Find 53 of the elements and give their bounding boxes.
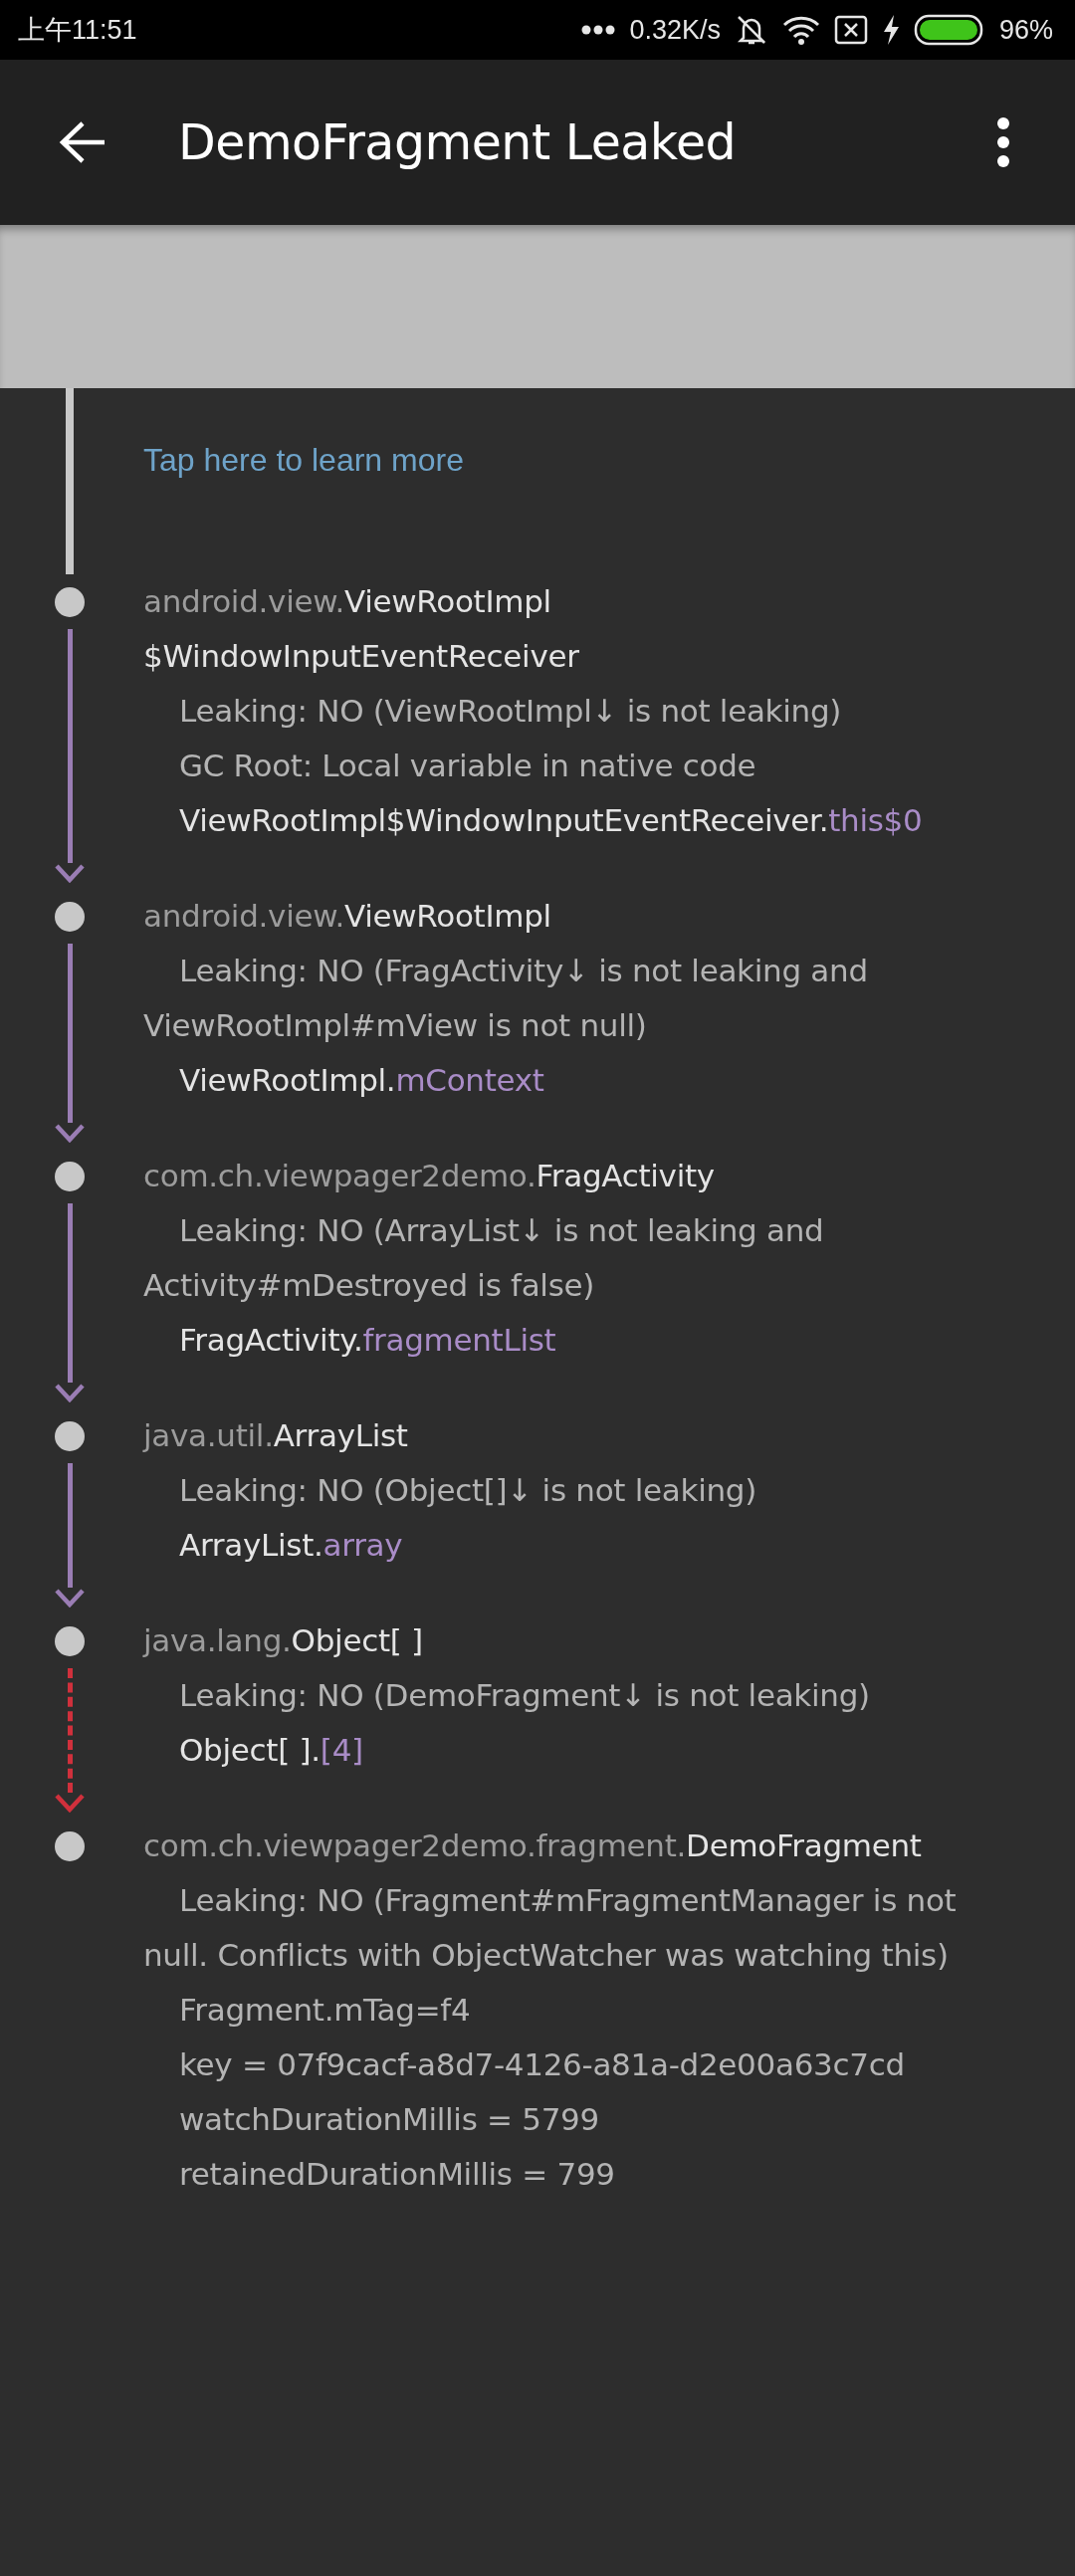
leak-detail: Leaking: NO (Object[]↓ is not leaking) [179, 1472, 756, 1508]
wifi-icon [781, 15, 820, 45]
leak-detail: Leaking: NO (ArrayList↓ is not leaking and Activity#mDestroyed is false) [143, 1212, 824, 1303]
leak-detail: watchDurationMillis = 5799 [179, 2101, 599, 2137]
battery-percent: 96% [998, 14, 1053, 46]
leak-detail: Leaking: NO (Fragment#mFragmentManager is not null. Conflicts with ObjectWatcher was watching this) [143, 1882, 957, 1973]
leak-detail: Leaking: NO (FragActivity↓ is not leaking and ViewRootImpl#mView is not null) [143, 953, 868, 1043]
leak-detail: Leaking: NO (ViewRootImpl↓ is not leaking) [179, 693, 842, 729]
back-arrow-icon [59, 120, 107, 164]
leak-detail: retainedDurationMillis = 799 [179, 2156, 615, 2192]
class-name: ArrayList. [179, 1526, 323, 1565]
class-name: Object[ ]. [179, 1731, 321, 1770]
node-dot [55, 1830, 85, 1861]
class-name: ViewRootImpl. [179, 1061, 396, 1100]
class-name: ArrayList [273, 1416, 408, 1455]
field-name: mContext [395, 1061, 544, 1100]
class-name: ViewRootImpl [344, 897, 551, 936]
class-name: $WindowInputEventReceiver. [385, 801, 829, 840]
more-icon [581, 25, 616, 35]
node-dot [55, 1161, 85, 1191]
package-name: com.ch.viewpager2demo. [143, 1157, 537, 1195]
class-name: FragActivity. [179, 1321, 363, 1360]
package-name: java.util. [143, 1416, 274, 1455]
class-name: DemoFragment [686, 1826, 922, 1865]
class-name: FragActivity [536, 1157, 715, 1195]
node-dot [55, 1625, 85, 1656]
package-name: android.view. [143, 897, 344, 936]
node-dot [55, 586, 85, 617]
clock: 上午11:51 [18, 14, 137, 47]
network-speed: 0.32K/s [629, 14, 721, 46]
field-name: array [322, 1526, 403, 1565]
field-name: fragmentList [362, 1321, 556, 1360]
overflow-menu-icon [996, 116, 1010, 168]
field-name: this$0 [828, 801, 923, 840]
battery-icon [913, 14, 985, 46]
leak-detail: Fragment.mTag=f4 [179, 1992, 471, 2028]
sim-card-icon [833, 15, 868, 45]
screen-title: DemoFragment Leaked [178, 113, 738, 171]
package-name: java.lang. [143, 1621, 292, 1660]
class-name: Object[ ] [291, 1621, 423, 1660]
class-name: ViewRootImpl [344, 582, 551, 621]
node-dot [55, 901, 85, 932]
leak-detail: Leaking: NO (DemoFragment↓ is not leaking) [179, 1677, 870, 1713]
charging-icon [881, 14, 900, 46]
field-name: [4] [320, 1731, 363, 1770]
node-dot [55, 1420, 85, 1451]
class-name: $WindowInputEventReceiver [143, 637, 579, 676]
leak-detail: GC Root: Local variable in native code [179, 748, 756, 783]
learn-more-link[interactable]: Tap here to learn more [143, 433, 464, 488]
leak-detail: key = 07f9cacf-a8d7-4126-a81a-d2e00a63c7cd [179, 2046, 905, 2082]
class-name: ViewRootImpl [179, 801, 386, 840]
package-name: com.ch.viewpager2demo.fragment. [143, 1826, 687, 1865]
package-name: android.view. [143, 582, 344, 621]
